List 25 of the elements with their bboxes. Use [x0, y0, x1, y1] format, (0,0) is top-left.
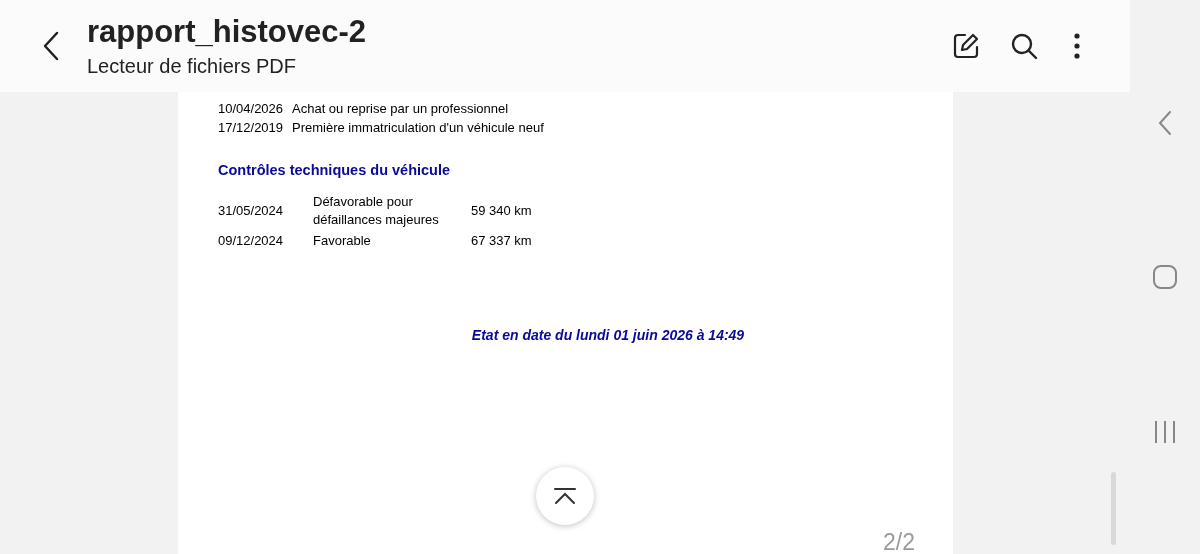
inspection-date: 31/05/2024: [218, 202, 285, 220]
history-event: Achat ou reprise par un professionnel: [292, 99, 509, 118]
inspection-result: Défavorable pour défaillances majeures: [313, 192, 440, 229]
recent-apps-icon: [1153, 420, 1177, 444]
app-subtitle: Lecteur de fichiers PDF: [87, 54, 297, 79]
home-icon: [1153, 265, 1177, 289]
section-heading: Contrôles techniques du véhicule: [218, 161, 452, 180]
page-indicator: 2/2: [883, 528, 915, 554]
inspection-result: Favorable: [313, 231, 372, 250]
scroll-to-top-icon: [553, 487, 577, 505]
search-icon: [1010, 32, 1038, 60]
inspection-mileage: 67 337 km: [471, 231, 532, 250]
inspection-date: 09/12/2024: [218, 231, 285, 250]
history-date: 17/12/2019: [218, 118, 285, 137]
back-icon: [42, 31, 60, 61]
history-date: 10/04/2026: [218, 99, 285, 118]
home-button[interactable]: [1150, 262, 1180, 292]
report-date-note: Etat en date du lundi 01 juin 2026 à 14:49: [471, 326, 745, 346]
document-title: rapport_histovec-2: [87, 13, 367, 51]
more-icon: [1074, 33, 1080, 59]
edit-icon: [952, 32, 980, 60]
history-event: Première immatriculation d'un véhicule neuf: [292, 118, 544, 137]
inspection-mileage: 59 340 km: [471, 202, 532, 220]
nav-back-icon: [1158, 110, 1172, 136]
scroll-bar[interactable]: [1111, 472, 1116, 545]
